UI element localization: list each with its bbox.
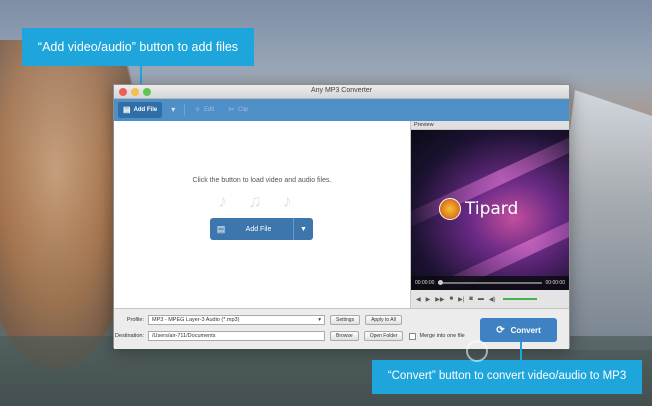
chevron-down-icon: ▾ xyxy=(318,317,321,323)
video-preview: Tipard 00:00:00 00:00:00 xyxy=(411,130,569,290)
profile-select[interactable]: MP3 - MPEG Layer-3 Audio (*.mp3) ▾ xyxy=(148,315,325,325)
file-list-area: Click the button to load video and audio… xyxy=(114,121,411,308)
add-file-button-label: Add File xyxy=(245,225,272,233)
screenshot-icon[interactable]: ◙ xyxy=(469,296,473,302)
folder-icon[interactable]: ▬ xyxy=(478,296,484,302)
brand-logo: Tipard xyxy=(439,198,518,220)
current-time: 00:00:00 xyxy=(415,280,435,286)
destination-label: Destination: xyxy=(114,333,144,339)
add-file-icon: ▤ xyxy=(216,223,226,234)
merge-checkbox[interactable] xyxy=(409,332,417,340)
open-folder-button[interactable]: Open Folder xyxy=(363,331,404,341)
merge-label: Merge into one file xyxy=(419,333,465,339)
chevron-down-icon: ▾ xyxy=(171,105,176,114)
browse-button[interactable]: Browse xyxy=(330,331,359,341)
apply-to-all-button[interactable]: Apply to All xyxy=(365,315,402,325)
callout-add-file: “Add video/audio” button to add files xyxy=(22,28,254,66)
playback-bar: 00:00:00 00:00:00 xyxy=(411,276,569,290)
seek-handle[interactable] xyxy=(438,280,444,285)
clip-icon: ✂ xyxy=(228,105,235,114)
toolbar-clip-label: Clip xyxy=(238,107,249,113)
window-title: Any MP3 Converter xyxy=(310,87,373,94)
destination-field[interactable]: /Users/air-711/Documents xyxy=(148,331,325,341)
next-icon[interactable]: ▶▶ xyxy=(435,296,444,303)
end-icon[interactable]: ▶| xyxy=(458,296,464,303)
settings-panel: Profile: MP3 - MPEG Layer-3 Audio (*.mp3… xyxy=(114,308,569,349)
empty-hint: Click the button to load video and audio… xyxy=(192,177,332,184)
profile-label: Profile: xyxy=(126,317,144,323)
toolbar-edit-label: Edit xyxy=(203,107,215,113)
profile-value: MP3 - MPEG Layer-3 Audio (*.mp3) xyxy=(152,317,240,323)
total-time: 00:00:00 xyxy=(545,280,565,286)
destination-row: Destination: /Users/air-711/Documents Br… xyxy=(114,331,465,341)
edit-icon: ✧ xyxy=(194,105,201,114)
profile-row: Profile: MP3 - MPEG Layer-3 Audio (*.mp3… xyxy=(114,315,402,325)
callout-convert: “Convert” button to convert video/audio … xyxy=(372,360,642,394)
preview-panel: Preview Tipard 00:00:00 00:00:00 ◀ ▶ ▶▶ … xyxy=(411,121,569,308)
toolbar-add-file-label: Add File xyxy=(133,107,158,113)
player-controls: ◀ ▶ ▶▶ ■ ▶| ◙ ▬ ◀) xyxy=(411,290,569,308)
previous-frame-icon[interactable]: ◀ xyxy=(416,296,421,303)
title-bar: Any MP3 Converter xyxy=(114,85,569,99)
watermark-logo-icon xyxy=(466,340,488,362)
seek-slider[interactable] xyxy=(438,280,542,285)
watermark xyxy=(466,340,596,362)
toolbar-edit-button[interactable]: ✧ Edit xyxy=(189,102,219,118)
settings-button[interactable]: Settings xyxy=(330,315,361,325)
convert-button[interactable]: ⟳ Convert xyxy=(480,318,557,342)
add-file-menu-arrow[interactable]: ▼ xyxy=(293,218,313,240)
main-content: Click the button to load video and audio… xyxy=(114,121,569,308)
toolbar-divider xyxy=(184,104,186,116)
add-file-button[interactable]: ▤ Add File ▼ xyxy=(210,218,313,240)
brand-name: Tipard xyxy=(465,199,519,219)
add-file-icon: ▤ xyxy=(123,105,131,114)
convert-label: Convert xyxy=(510,325,541,335)
toolbar-clip-button[interactable]: ✂ Clip xyxy=(223,102,253,118)
add-file-dropdown[interactable]: ▾ xyxy=(166,102,180,118)
convert-icon: ⟳ xyxy=(496,324,505,336)
play-icon[interactable]: ▶ xyxy=(426,296,431,303)
stop-icon[interactable]: ■ xyxy=(449,296,453,302)
app-window: Any MP3 Converter ▤ Add File ▾ ✧ Edit ✂ … xyxy=(113,84,570,349)
tiger-icon xyxy=(439,198,461,220)
toolbar: ▤ Add File ▾ ✧ Edit ✂ Clip xyxy=(114,99,569,121)
chevron-down-icon: ▼ xyxy=(300,225,307,233)
preview-label: Preview xyxy=(411,121,569,130)
volume-slider[interactable] xyxy=(502,298,537,300)
volume-icon[interactable]: ◀) xyxy=(489,296,496,303)
toolbar-add-file-button[interactable]: ▤ Add File xyxy=(118,102,163,118)
